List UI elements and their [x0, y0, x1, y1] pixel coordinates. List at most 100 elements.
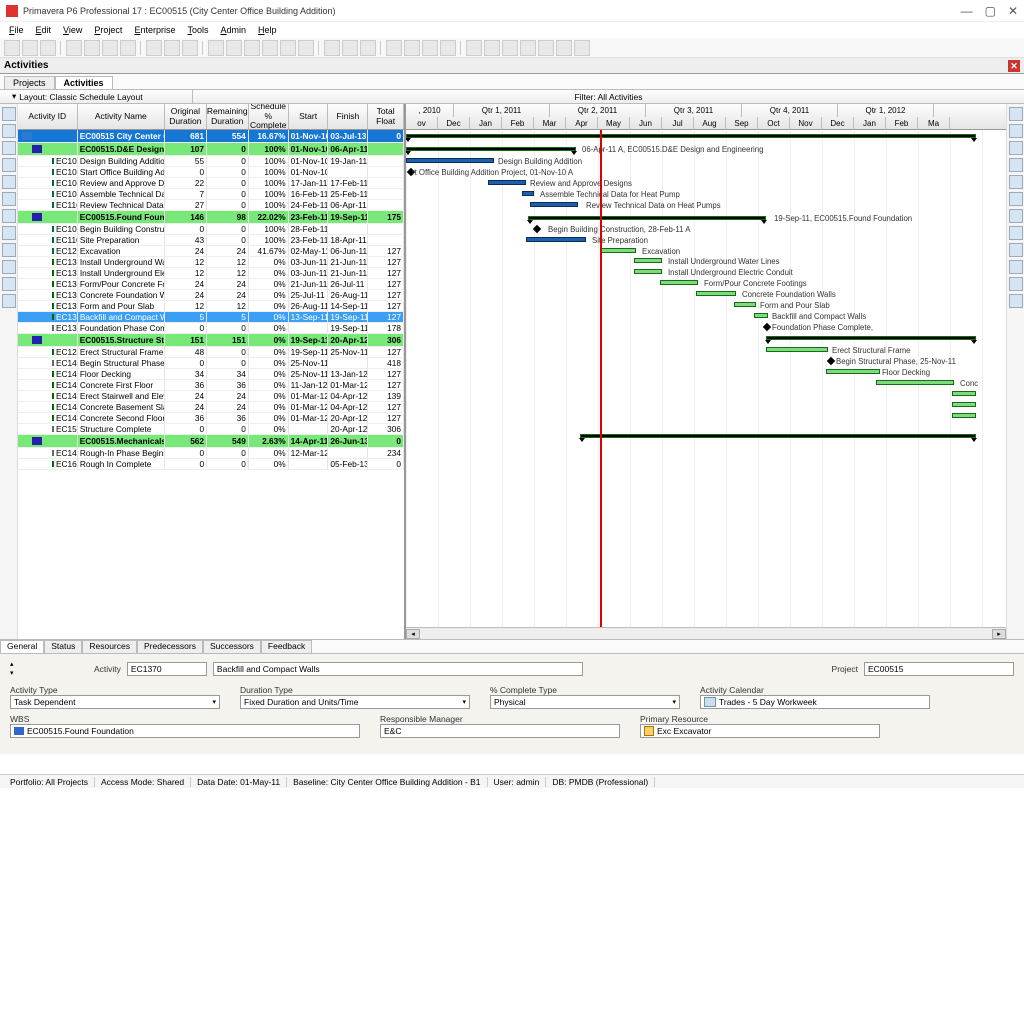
duration-type-select[interactable]: Fixed Duration and Units/Time [240, 695, 470, 709]
table-row[interactable]: EC1100Site Preparation430100%23-Feb-11 A… [18, 235, 404, 246]
table-row[interactable]: EC1050Assemble Technical Data for70100%1… [18, 189, 404, 200]
sidebar-icon[interactable] [2, 158, 16, 172]
toolbar-button[interactable] [164, 40, 180, 56]
gantt-bar[interactable] [488, 180, 526, 185]
layout-chevron-icon[interactable]: ▾ [12, 91, 16, 102]
column-header[interactable]: Total Float [368, 104, 404, 129]
table-row[interactable]: EC1410Begin Structural Phase000%25-Nov-1… [18, 358, 404, 369]
activity-id-field[interactable]: EC1370 [127, 662, 207, 676]
sidebar-icon[interactable] [2, 124, 16, 138]
minimize-button[interactable]: — [961, 4, 973, 18]
table-row[interactable]: EC1320Install Underground Water Li12120%… [18, 257, 404, 268]
gantt-bar[interactable] [952, 391, 976, 396]
sidebar-icon[interactable] [1009, 277, 1023, 291]
sidebar-icon[interactable] [2, 226, 16, 240]
table-row[interactable]: EC1480Concrete Second Floor36360%01-Mar-… [18, 413, 404, 424]
gantt-bar[interactable] [766, 336, 976, 340]
primary-resource-field[interactable]: Exc Excavator [640, 724, 880, 738]
activity-calendar-field[interactable]: Trades - 5 Day Workweek [700, 695, 930, 709]
menu-edit[interactable]: Edit [31, 24, 57, 36]
sidebar-icon[interactable] [2, 107, 16, 121]
close-button[interactable]: ✕ [1008, 4, 1018, 18]
sidebar-icon[interactable] [1009, 158, 1023, 172]
toolbar-button[interactable] [208, 40, 224, 56]
sidebar-icon[interactable] [2, 260, 16, 274]
table-row[interactable]: EC1340Form/Pour Concrete Footing24240%21… [18, 279, 404, 290]
column-header[interactable]: Start [289, 104, 329, 129]
toolbar-button[interactable] [502, 40, 518, 56]
activity-type-select[interactable]: Task Dependent [10, 695, 220, 709]
sidebar-icon[interactable] [1009, 226, 1023, 240]
table-row[interactable]: EC1350Concrete Foundation Walls24240%25-… [18, 290, 404, 301]
gantt-bar[interactable] [528, 216, 766, 220]
sidebar-icon[interactable] [1009, 243, 1023, 257]
toolbar-button[interactable] [66, 40, 82, 56]
column-header[interactable]: Activity Name [78, 104, 165, 129]
gantt-bar[interactable] [634, 269, 662, 274]
gantt-bar[interactable] [600, 248, 636, 253]
scroll-left-button[interactable]: ◂ [406, 629, 420, 639]
menu-project[interactable]: Project [89, 24, 127, 36]
filter-label[interactable]: Filter: All Activities [193, 90, 1024, 103]
detail-tab-general[interactable]: General [0, 640, 44, 653]
toolbar-button[interactable] [556, 40, 572, 56]
gantt-bar[interactable] [406, 158, 494, 163]
toolbar-button[interactable] [226, 40, 242, 56]
gantt-milestone[interactable] [763, 323, 771, 331]
toolbar-button[interactable] [360, 40, 376, 56]
maximize-button[interactable]: ▢ [985, 4, 996, 18]
menu-view[interactable]: View [58, 24, 87, 36]
toolbar-button[interactable] [84, 40, 100, 56]
toolbar-button[interactable] [386, 40, 402, 56]
toolbar-button[interactable] [484, 40, 500, 56]
toolbar-button[interactable] [574, 40, 590, 56]
detail-tab-predecessors[interactable]: Predecessors [137, 640, 203, 653]
wbs-field[interactable]: EC00515.Found Foundation [10, 724, 360, 738]
column-header[interactable]: Remaining Duration [207, 104, 249, 129]
table-row[interactable]: EC1490Rough-In Phase Begins000%12-Mar-12… [18, 448, 404, 459]
toolbar-button[interactable] [182, 40, 198, 56]
gantt-bar[interactable] [826, 369, 880, 374]
sidebar-icon[interactable] [1009, 175, 1023, 189]
detail-tab-successors[interactable]: Successors [203, 640, 261, 653]
sidebar-icon[interactable] [1009, 107, 1023, 121]
pct-complete-type-select[interactable]: Physical [490, 695, 680, 709]
table-row[interactable]: EC00515.Structure Structure1511510%19-Se… [18, 334, 404, 347]
detail-tab-resources[interactable]: Resources [82, 640, 137, 653]
gantt-bar[interactable] [876, 380, 954, 385]
column-header[interactable]: Activity ID [18, 104, 78, 129]
gantt-milestone[interactable] [827, 357, 835, 365]
sidebar-icon[interactable] [2, 141, 16, 155]
gantt-hscroll[interactable]: ◂ ▸ [406, 627, 1006, 639]
toolbar-button[interactable] [440, 40, 456, 56]
toolbar-button[interactable] [538, 40, 554, 56]
gantt-body[interactable]: 06-Apr-11 A, EC00515.D&E Design and Engi… [406, 130, 1006, 627]
table-row[interactable]: EC1370Backfill and Compact Walls550%13-S… [18, 312, 404, 323]
gantt-bar[interactable] [526, 237, 586, 242]
gantt-bar[interactable] [530, 202, 578, 207]
column-header[interactable]: Schedule % Complete [249, 104, 289, 129]
toolbar-button[interactable] [4, 40, 20, 56]
table-row[interactable]: EC1540Structure Complete000%20-Apr-12306 [18, 424, 404, 435]
scroll-right-button[interactable]: ▸ [992, 629, 1006, 639]
toolbar-button[interactable] [244, 40, 260, 56]
table-row[interactable]: EC1200Erect Structural Frame4800%19-Sep-… [18, 347, 404, 358]
toolbar-button[interactable] [102, 40, 118, 56]
gantt-bar[interactable] [660, 280, 698, 285]
prev-activity-button[interactable]: ▴ [10, 660, 24, 668]
gantt-bar[interactable] [952, 402, 976, 407]
table-row[interactable]: EC1010Start Office Building Addition0010… [18, 167, 404, 178]
sidebar-icon[interactable] [2, 243, 16, 257]
activity-name-field[interactable]: Backfill and Compact Walls [213, 662, 583, 676]
close-tab-button[interactable]: ✕ [1008, 60, 1020, 72]
table-row[interactable]: EC1230Excavation242441.67%02-May-1106-Ju… [18, 246, 404, 257]
sidebar-icon[interactable] [1009, 141, 1023, 155]
subtab-activities[interactable]: Activities [55, 76, 113, 89]
toolbar-button[interactable] [262, 40, 278, 56]
sidebar-icon[interactable] [2, 209, 16, 223]
table-row[interactable]: EC1160Review Technical Data on H270100%2… [18, 200, 404, 211]
column-header[interactable]: Finish [328, 104, 368, 129]
table-row[interactable]: EC00515.D&E Design and Engi1070100%01-No… [18, 143, 404, 156]
table-row[interactable]: EC00515.Found Foundation1469822.02%23-Fe… [18, 211, 404, 224]
menu-file[interactable]: File [4, 24, 29, 36]
